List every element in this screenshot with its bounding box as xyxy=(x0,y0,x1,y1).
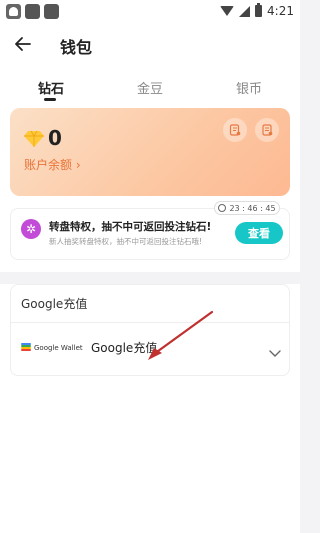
wallet-page: 钱包 钻石 金豆 银币 0 账户余额 › ✲ 转盘特权，抽不中可返回投注钻石! … xyxy=(0,22,300,533)
header: 钱包 xyxy=(0,22,300,68)
battery-icon xyxy=(255,3,263,17)
wifi-icon xyxy=(220,6,235,16)
divider xyxy=(11,322,289,323)
countdown-text: 23 : 46 : 45 xyxy=(229,203,276,213)
section-gap xyxy=(0,272,300,284)
google-recharge-option[interactable]: Google充值 xyxy=(91,339,157,356)
google-wallet-text: Google Wallet xyxy=(34,343,83,352)
diamond-icon xyxy=(24,130,44,148)
balance-label[interactable]: 账户余额 › xyxy=(24,156,81,173)
app-icon xyxy=(44,3,59,19)
tab-silver-coin[interactable]: 银币 xyxy=(236,78,262,97)
back-arrow-icon[interactable] xyxy=(14,35,34,53)
clock-icon xyxy=(218,204,227,212)
promo-banner[interactable]: ✲ 转盘特权，抽不中可返回投注钻石! 新人抽奖转盘特权，抽不中可返回投注钻石哦!… xyxy=(10,208,290,260)
tab-indicator xyxy=(44,98,56,101)
bill-icon[interactable] xyxy=(255,118,279,142)
navigation-bar xyxy=(0,511,300,533)
google-wallet-icon xyxy=(21,343,31,352)
signal-icon xyxy=(239,5,251,17)
tab-gold-bean[interactable]: 金豆 xyxy=(137,78,163,97)
status-bar: 4:21 xyxy=(0,0,300,22)
google-wallet-logo: Google Wallet xyxy=(21,343,83,352)
status-time: 4:21 xyxy=(267,4,294,18)
record-icon[interactable] xyxy=(223,118,247,142)
tab-bar: 钻石 金豆 银币 xyxy=(0,74,300,108)
wheel-icon: ✲ xyxy=(21,219,41,239)
promo-title: 转盘特权，抽不中可返回投注钻石! xyxy=(49,221,212,233)
chevron-down-icon[interactable] xyxy=(269,343,281,357)
view-button[interactable]: 查看 xyxy=(235,222,283,244)
app-icon xyxy=(25,3,40,19)
promo-subtitle: 新人抽奖转盘特权，抽不中可返回投注钻石哦! xyxy=(49,237,203,246)
tab-diamond[interactable]: 钻石 xyxy=(38,78,64,97)
balance-amount: 0 xyxy=(48,126,62,150)
recharge-card: Google充值 Google Wallet Google充值 xyxy=(10,284,290,376)
snapchat-icon xyxy=(6,3,21,19)
balance-card: 0 账户余额 › xyxy=(10,108,290,196)
countdown-timer: 23 : 46 : 45 xyxy=(214,201,280,215)
recharge-section-title: Google充值 xyxy=(21,297,88,311)
page-title: 钱包 xyxy=(60,38,93,57)
